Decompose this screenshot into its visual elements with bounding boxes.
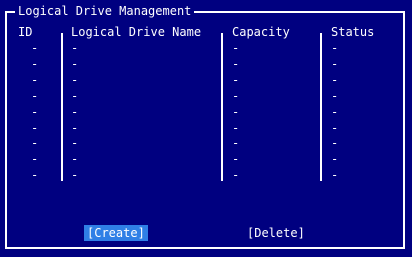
table-cell: - xyxy=(232,120,240,135)
panel-frame xyxy=(5,11,405,249)
table-cell: - xyxy=(71,41,79,55)
column-divider xyxy=(221,33,223,181)
table-cell: - xyxy=(31,136,39,151)
table-cell: - xyxy=(31,56,39,71)
create-button[interactable]: [Create] xyxy=(84,225,148,241)
column-divider xyxy=(61,33,63,181)
table-cell: - xyxy=(71,120,79,135)
table-cell: - xyxy=(31,88,39,103)
column-header-capacity: Capacity xyxy=(232,25,290,39)
column-header-id: ID xyxy=(18,25,33,39)
table-cell: - xyxy=(71,136,79,151)
table-cell: - xyxy=(331,88,339,103)
table-cell: - xyxy=(331,168,339,183)
table-cell: - xyxy=(232,168,240,183)
table-cell: - xyxy=(31,120,39,135)
delete-button[interactable]: [Delete] xyxy=(244,225,308,241)
table-cell: - xyxy=(232,88,240,103)
table-cell: - xyxy=(331,152,339,167)
table-cell: - xyxy=(232,104,240,119)
table-cell: - xyxy=(331,56,339,71)
column-header-name: Logical Drive Name xyxy=(71,25,202,39)
table-cell: - xyxy=(71,152,79,167)
table-cell: - xyxy=(232,72,240,87)
table-cell: - xyxy=(31,72,39,87)
panel-title: Logical Drive Management xyxy=(15,5,195,17)
table-cell: - xyxy=(71,56,79,71)
table-cell: - xyxy=(331,120,339,135)
table-cell: - xyxy=(331,104,339,119)
table-cell: - xyxy=(331,41,339,55)
table-cell: - xyxy=(232,136,240,151)
table-cell: - xyxy=(232,41,240,55)
table-cell: - xyxy=(232,152,240,167)
table-cell: - xyxy=(31,41,39,55)
table-cell: - xyxy=(71,168,79,183)
bios-screen: Logical Drive Management ID Logical Driv… xyxy=(0,0,412,257)
table-cell: - xyxy=(71,72,79,87)
table-cell: - xyxy=(232,56,240,71)
table-cell: - xyxy=(71,104,79,119)
column-header-status: Status xyxy=(331,25,375,39)
table-cell: - xyxy=(31,168,39,183)
column-divider xyxy=(320,33,322,181)
table-cell: - xyxy=(331,136,339,151)
table-cell: - xyxy=(31,152,39,167)
table-cell: - xyxy=(331,72,339,87)
table-cell: - xyxy=(71,88,79,103)
table-cell: - xyxy=(31,104,39,119)
